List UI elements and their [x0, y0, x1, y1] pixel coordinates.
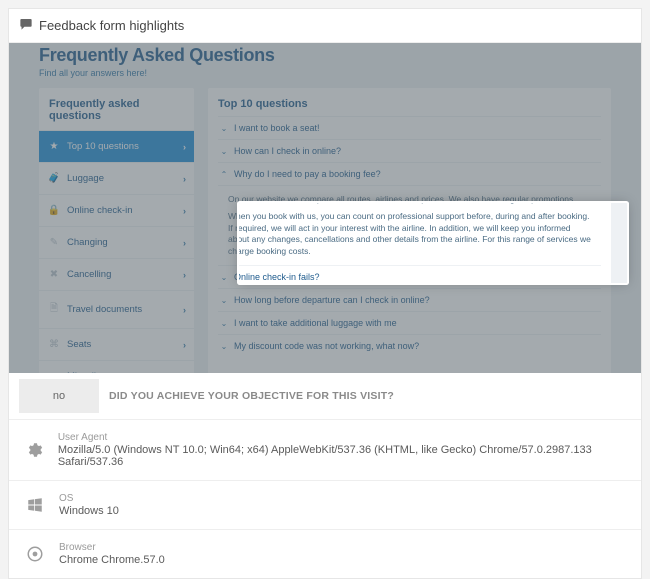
chrome-icon — [25, 545, 45, 563]
meta-label: User Agent — [58, 432, 625, 443]
faq-answer-text: When you book with us, you can count on … — [228, 211, 591, 257]
meta-value: Windows 10 — [59, 505, 119, 517]
meta-browser: Browser Chrome Chrome.57.0 — [9, 530, 641, 578]
dim-overlay — [629, 203, 641, 283]
highlight-viewport: Frequently Asked Questions Find all your… — [9, 43, 641, 373]
feedback-panel: Feedback form highlights Frequently Aske… — [8, 8, 642, 579]
gear-icon — [25, 441, 44, 459]
meta-os: OS Windows 10 — [9, 481, 641, 530]
panel-header: Feedback form highlights — [9, 9, 641, 43]
chat-icon — [19, 17, 33, 34]
dim-overlay — [9, 43, 641, 203]
meta-value: Mozilla/5.0 (Windows NT 10.0; Win64; x64… — [58, 444, 625, 468]
dim-overlay — [9, 283, 641, 373]
objective-row: no DID YOU ACHIEVE YOUR OBJECTIVE FOR TH… — [9, 373, 641, 420]
meta-user-agent: User Agent Mozilla/5.0 (Windows NT 10.0;… — [9, 420, 641, 481]
dim-overlay — [9, 203, 239, 283]
meta-label: OS — [59, 493, 119, 504]
objective-answer[interactable]: no — [19, 379, 99, 413]
objective-question: DID YOU ACHIEVE YOUR OBJECTIVE FOR THIS … — [109, 390, 394, 402]
meta-value: Chrome Chrome.57.0 — [59, 554, 165, 566]
faq-question-label: Online check-in fails? — [234, 272, 320, 282]
windows-icon — [25, 496, 45, 514]
meta-label: Browser — [59, 542, 165, 553]
panel-title: Feedback form highlights — [39, 18, 184, 33]
